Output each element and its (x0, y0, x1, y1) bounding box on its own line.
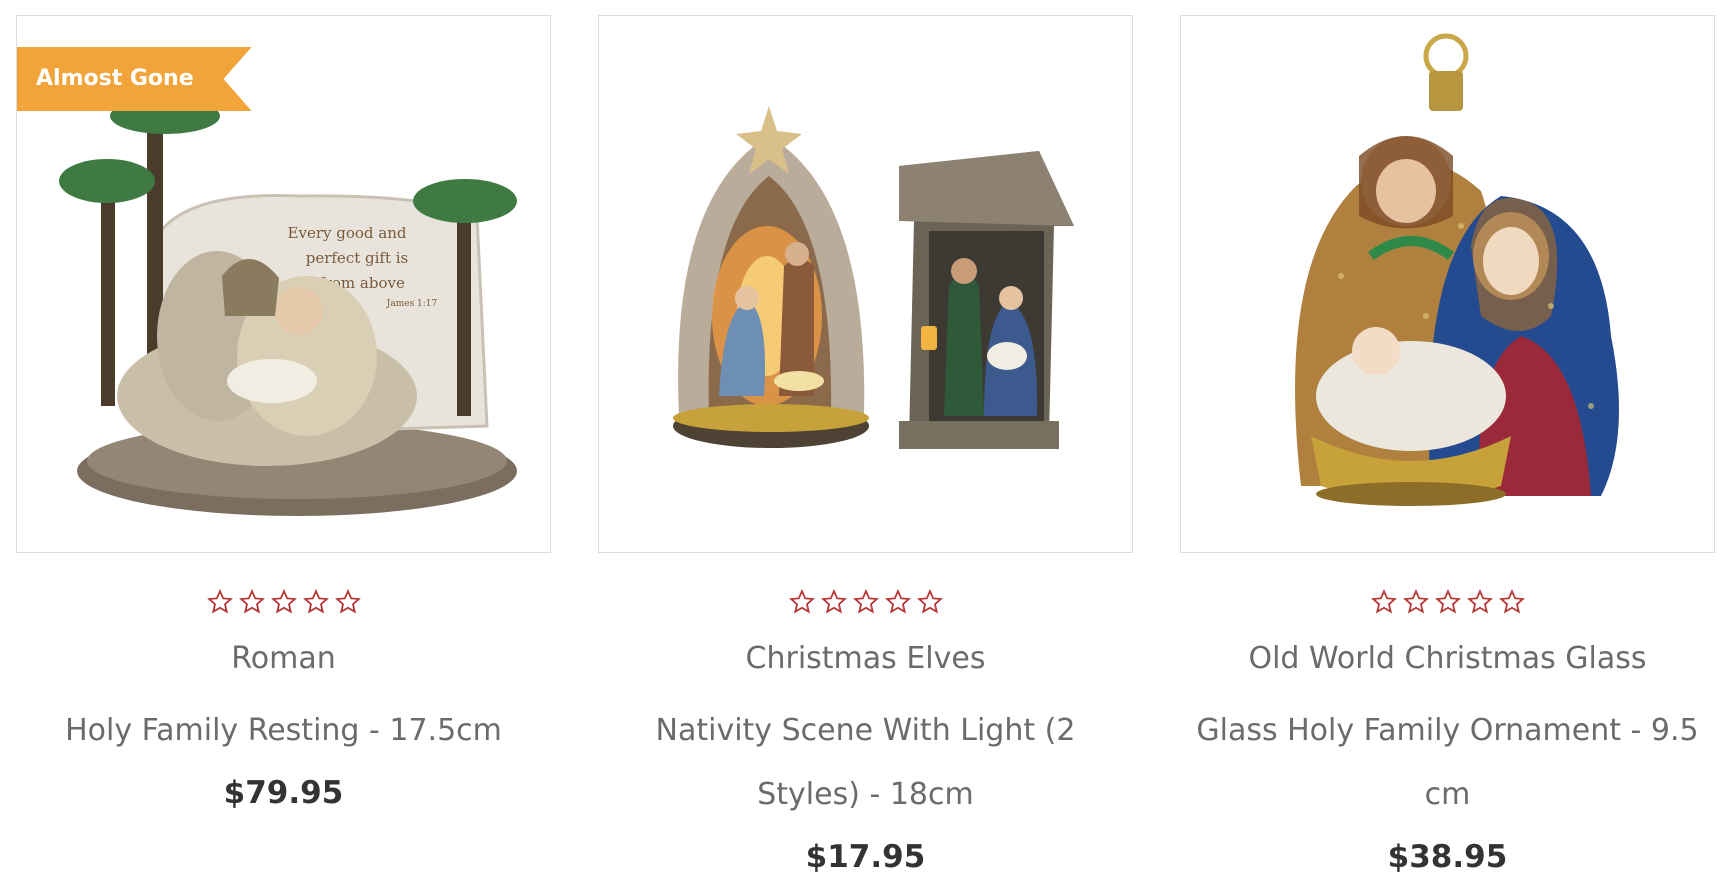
product-brand[interactable]: Old World Christmas Glass (1180, 637, 1715, 681)
star-outline-icon (206, 589, 233, 614)
product-card: Almost Gone Every good and perfect gift … (16, 15, 551, 815)
product-card: Christmas Elves Nativity Scene With Ligh… (598, 15, 1133, 879)
product-price: $17.95 (805, 839, 926, 875)
star-outline-icon (884, 589, 911, 614)
product-title[interactable]: Glass Holy Family Ornament - 9.5 cm (1180, 699, 1715, 827)
rating-stars (16, 589, 551, 621)
star-outline-icon (1434, 589, 1461, 614)
product-price: $38.95 (1387, 839, 1508, 875)
star-outline-icon (852, 589, 879, 614)
product-image (1295, 33, 1619, 506)
star-outline-icon (302, 589, 329, 614)
product-image (673, 106, 1074, 449)
star-outline-icon (1498, 589, 1525, 614)
product-brand[interactable]: Roman (16, 637, 551, 681)
star-outline-icon (1402, 589, 1429, 614)
star-outline-icon (788, 589, 815, 614)
product-image-link[interactable]: Almost Gone Every good and perfect gift … (16, 15, 551, 553)
stock-badge: Almost Gone (17, 47, 252, 111)
image-caption-line: Every good and (288, 224, 407, 242)
star-outline-icon (270, 589, 297, 614)
product-brand[interactable]: Christmas Elves (598, 637, 1133, 681)
rating-stars (1180, 589, 1715, 621)
product-price: $79.95 (223, 775, 344, 811)
product-grid: Almost Gone Every good and perfect gift … (0, 0, 1726, 882)
product-image-link[interactable] (1180, 15, 1715, 553)
product-title[interactable]: Holy Family Resting - 17.5cm (16, 699, 551, 763)
product-image-link[interactable] (598, 15, 1133, 553)
star-outline-icon (916, 589, 943, 614)
image-caption-ref: James 1:17 (386, 299, 438, 309)
rating-stars (598, 589, 1133, 621)
star-outline-icon (820, 589, 847, 614)
product-title[interactable]: Nativity Scene With Light (2 Styles) - 1… (598, 699, 1133, 827)
star-outline-icon (1466, 589, 1493, 614)
product-card: Old World Christmas Glass Glass Holy Fam… (1180, 15, 1715, 879)
image-caption-line: perfect gift is (306, 249, 409, 267)
star-outline-icon (238, 589, 265, 614)
star-outline-icon (1370, 589, 1397, 614)
star-outline-icon (334, 589, 361, 614)
